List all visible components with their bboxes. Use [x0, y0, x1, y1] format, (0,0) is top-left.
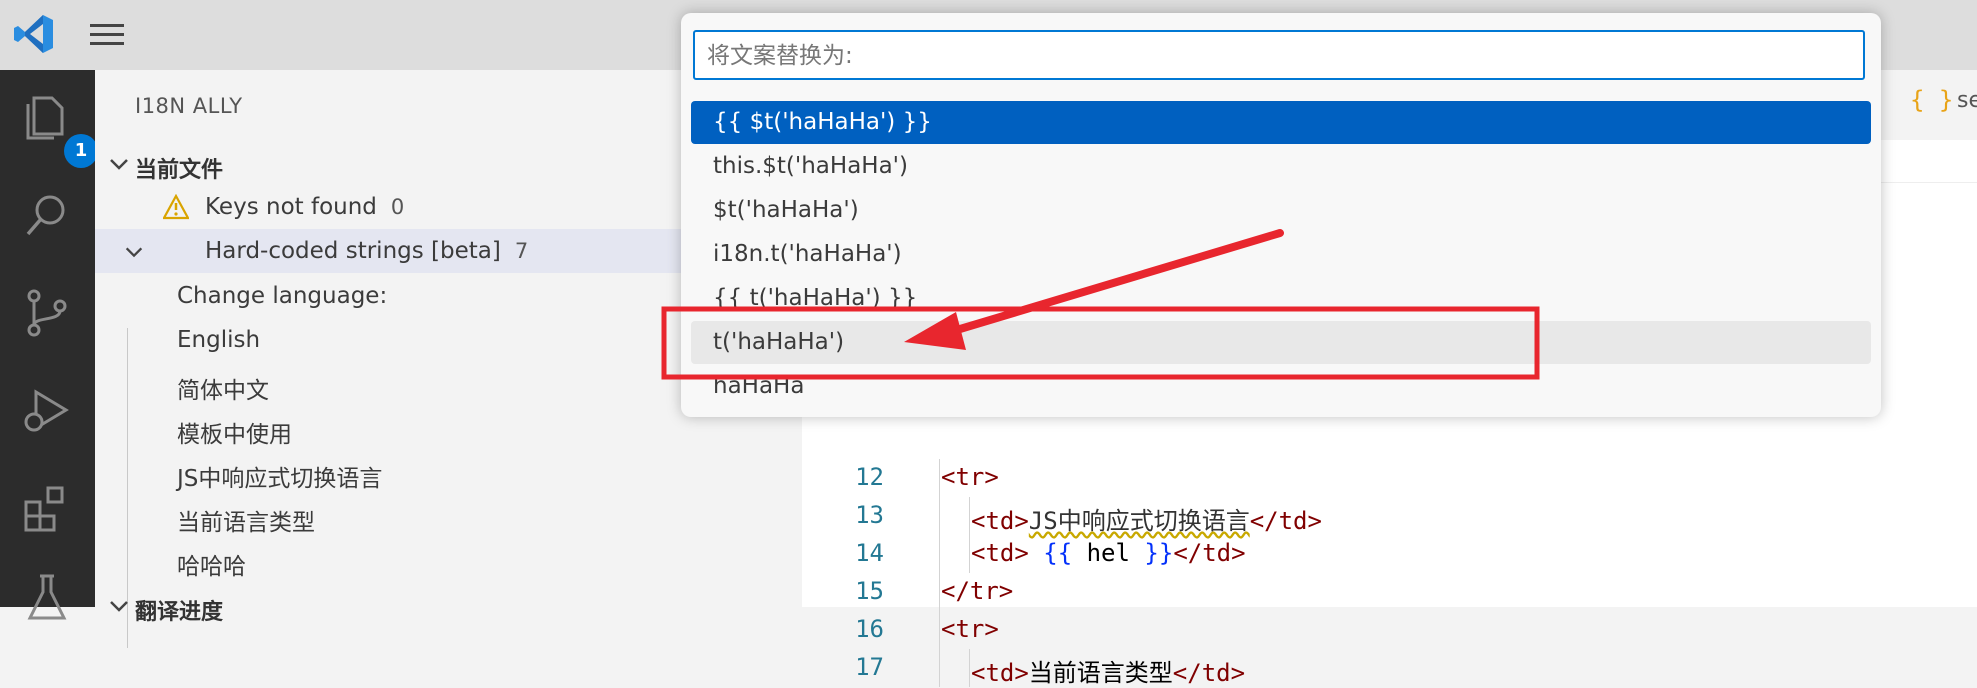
hardcoded-string-label: Change language: — [177, 283, 388, 309]
hardcoded-string-label: 当前语言类型 — [177, 510, 315, 536]
quick-pick-input-box — [693, 30, 1865, 80]
extensions-icon[interactable] — [20, 482, 74, 536]
search-icon[interactable] — [20, 188, 74, 242]
section-label: 翻译进度 — [135, 600, 224, 625]
code-line[interactable]: 14 <td> {{ hel }}</td> — [802, 535, 1977, 573]
quick-pick-option-label: {{ $t('haHaHa') }} — [713, 109, 932, 135]
hardcoded-string-item[interactable]: JS中响应式切换语言 — [95, 450, 802, 494]
warning-icon — [163, 194, 189, 220]
code-token: <tr> — [941, 615, 999, 643]
indent-guide — [969, 497, 970, 535]
line-number: 13 — [855, 501, 884, 529]
run-debug-icon[interactable] — [20, 384, 74, 438]
quick-pick-option[interactable]: {{ t('haHaHa') }} — [691, 277, 1871, 320]
hardcoded-string-label: 模板中使用 — [177, 422, 292, 448]
flask-icon[interactable] — [20, 570, 74, 624]
code-text: <td>当前语言类型</td> — [971, 653, 1245, 688]
quick-pick-option-label: haHaHa — [713, 373, 805, 399]
code-token: 当前语言类型 — [1028, 659, 1173, 687]
code-token: }} — [1144, 539, 1174, 567]
quick-pick-option-label: $t('haHaHa') — [713, 197, 859, 223]
source-control-icon[interactable] — [20, 286, 74, 340]
code-token: hel — [1072, 539, 1145, 567]
code-token: {{ — [1043, 539, 1073, 567]
tab-label[interactable]: se — [1957, 88, 1977, 113]
code-line[interactable]: 17 <td>当前语言类型</td> — [802, 649, 1977, 687]
chevron-down-icon — [125, 247, 143, 258]
indent-guide — [969, 535, 970, 573]
code-text: <tr> — [941, 615, 999, 643]
hardcoded-string-item[interactable]: 当前语言类型 — [95, 494, 802, 538]
code-token: </td> — [1173, 539, 1246, 567]
indent-guide — [969, 649, 970, 687]
code-line[interactable]: 13 <td>JS中响应式切换语言</td> — [802, 497, 1977, 535]
hardcoded-string-item[interactable]: 哈哈哈 — [95, 538, 802, 582]
indent-guide — [939, 459, 940, 497]
code-line[interactable]: 16 <tr> — [802, 611, 1977, 649]
explorer-badge: 1 — [64, 134, 98, 168]
quick-pick-option-label: this.$t('haHaHa') — [713, 153, 908, 179]
activity-bar: 1 — [0, 70, 98, 620]
chevron-down-icon — [110, 159, 128, 170]
quick-pick-option[interactable]: haHaHa — [691, 365, 1871, 408]
hardcoded-strings-count: 7 — [514, 239, 529, 263]
line-number: 16 — [855, 615, 884, 643]
code-token: <tr> — [941, 463, 999, 491]
code-token: <td> — [971, 659, 1029, 687]
line-number: 14 — [855, 539, 884, 567]
quick-pick-option-label: i18n.t('haHaHa') — [713, 241, 902, 267]
quick-pick-dialog: {{ $t('haHaHa') }} this.$t('haHaHa') $t('h… — [681, 13, 1881, 417]
hardcoded-string-label: JS中响应式切换语言 — [177, 466, 383, 492]
indent-guide — [939, 649, 940, 687]
indent-guide — [939, 535, 940, 573]
replace-text-input[interactable] — [705, 32, 1849, 80]
quick-pick-option[interactable]: $t('haHaHa') — [691, 189, 1871, 232]
code-text: </tr> — [941, 577, 1013, 605]
code-text: <tr> — [941, 463, 999, 491]
sidebar-title: I18N ALLY — [135, 94, 243, 118]
quick-pick-option[interactable]: i18n.t('haHaHa') — [691, 233, 1871, 276]
line-number: 12 — [855, 463, 884, 491]
code-token: <td> — [971, 539, 1029, 567]
section-translation-progress[interactable]: 翻译进度 — [95, 590, 802, 626]
line-number: 17 — [855, 653, 884, 681]
code-token: </td> — [1249, 507, 1322, 535]
code-text: <td>JS中响应式切换语言</td> — [971, 501, 1322, 536]
files-icon[interactable]: 1 — [20, 90, 98, 168]
hamburger-menu-icon[interactable] — [90, 24, 124, 48]
code-line[interactable]: 15 </tr> — [802, 573, 1977, 611]
code-line[interactable]: 12 <tr> — [802, 459, 1977, 497]
code-token: JS中响应式切换语言 — [1028, 507, 1250, 535]
hardcoded-strings-label: Hard-coded strings [beta] — [205, 238, 501, 264]
quick-pick-option-label: {{ t('haHaHa') }} — [713, 285, 918, 311]
quick-pick-option[interactable]: {{ $t('haHaHa') }} — [691, 101, 1871, 144]
quick-pick-option[interactable]: this.$t('haHaHa') — [691, 145, 1871, 188]
line-number: 15 — [855, 577, 884, 605]
hardcoded-string-label: 哈哈哈 — [177, 554, 246, 580]
quick-pick-option-label: t('haHaHa') — [713, 329, 845, 355]
section-label: 当前文件 — [135, 158, 224, 183]
indent-guide — [939, 497, 940, 535]
hardcoded-string-label: English — [177, 327, 261, 353]
quick-pick-option[interactable]: t('haHaHa') — [691, 321, 1871, 364]
hardcoded-string-label: 简体中文 — [177, 378, 269, 404]
vscode-logo-icon — [14, 15, 53, 53]
code-token: </td> — [1172, 659, 1246, 687]
json-braces-icon: { } — [1910, 86, 1954, 114]
code-text: <td> {{ hel }}</td> — [971, 539, 1246, 567]
keys-not-found-count: 0 — [390, 195, 405, 219]
keys-not-found-label: Keys not found — [205, 194, 377, 220]
indent-guide — [939, 573, 940, 611]
code-token: </tr> — [941, 577, 1014, 605]
code-token: <td> — [971, 507, 1029, 535]
indent-guide — [939, 611, 940, 649]
chevron-down-icon — [110, 601, 128, 612]
